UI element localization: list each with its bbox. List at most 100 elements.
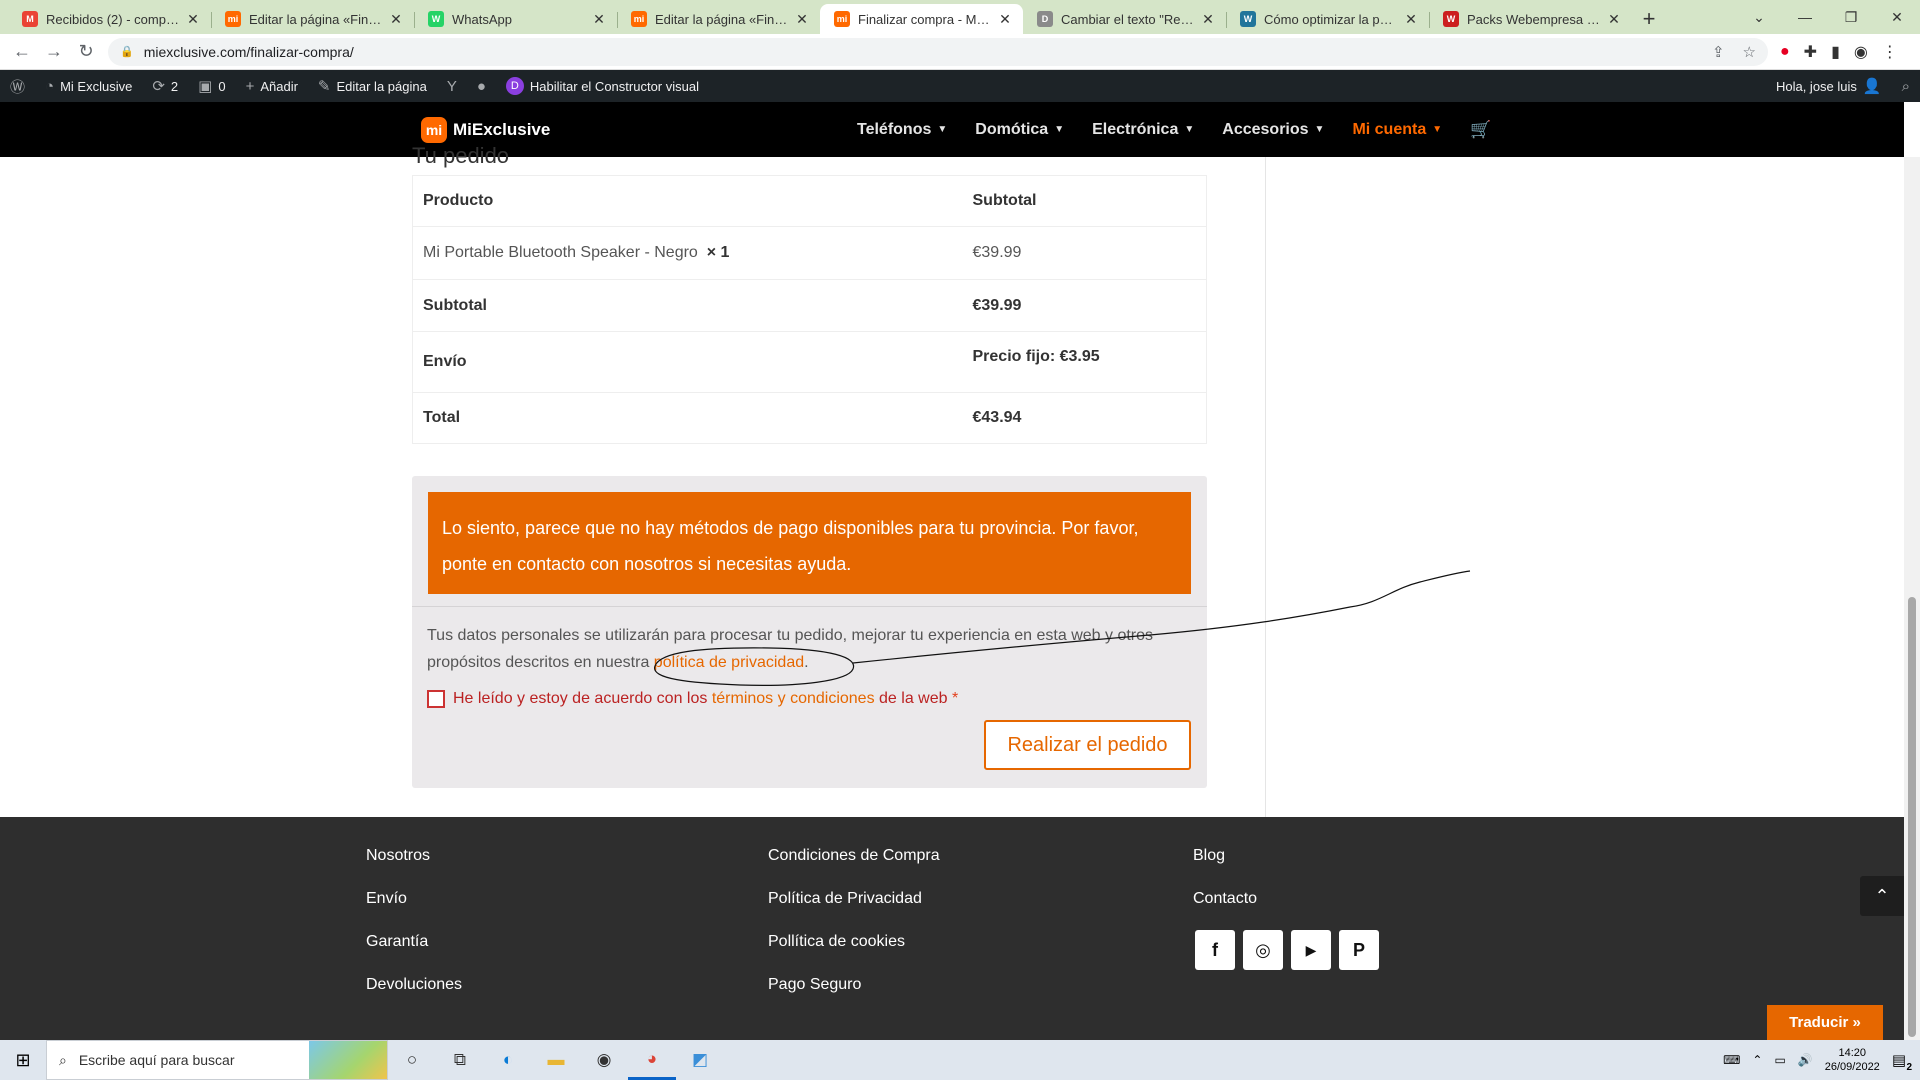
footer-link[interactable]: Condiciones de Compra — [768, 845, 940, 867]
pinterest-icon[interactable]: P — [1339, 930, 1379, 970]
close-tab-icon[interactable]: ✕ — [1606, 11, 1622, 28]
sidebar-divider — [1265, 157, 1266, 817]
bookmark-star-icon[interactable]: ☆ — [1743, 43, 1756, 61]
page-scrollbar[interactable] — [1904, 157, 1920, 1040]
footer-link[interactable]: Envío — [366, 888, 462, 910]
cortana-icon[interactable]: ○ — [388, 1040, 436, 1080]
reload-icon[interactable]: ↻ — [70, 41, 102, 62]
pinterest-extension-icon[interactable]: ● — [1780, 43, 1790, 61]
close-tab-icon[interactable]: ✕ — [388, 11, 404, 28]
restore-button[interactable]: ❐ — [1828, 9, 1874, 26]
facebook-icon[interactable]: f — [1195, 930, 1235, 970]
status-dot-icon: ● — [476, 77, 486, 95]
footer-link[interactable]: Contacto — [1193, 888, 1257, 910]
wp-add-new[interactable]: + Añadir — [236, 70, 308, 102]
url-bar[interactable]: 🔒 miexclusive.com/finalizar-compra/ ⇪ ☆ — [108, 37, 1768, 66]
tray-chevron-icon[interactable]: ⌃ — [1752, 1053, 1762, 1067]
browser-tab[interactable]: W Packs Webempresa WordP ✕ — [1429, 4, 1632, 34]
site-logo[interactable]: mi MiExclusive — [421, 117, 550, 143]
scrollbar-thumb[interactable] — [1908, 597, 1916, 1037]
cart-icon[interactable]: 🛒 — [1470, 120, 1491, 140]
terms-link[interactable]: términos y condiciones — [712, 690, 875, 707]
browser-tab[interactable]: W WhatsApp ✕ — [414, 4, 617, 34]
network-icon[interactable]: ▭ — [1774, 1053, 1785, 1067]
windows-start-icon[interactable]: ⊞ — [0, 1040, 46, 1080]
nav-accesorios[interactable]: Accesorios ▼ — [1222, 121, 1324, 139]
close-tab-icon[interactable]: ✕ — [1403, 11, 1419, 28]
wp-account[interactable]: Hola, jose luis 👤 — [1766, 70, 1892, 102]
search-highlight-image — [309, 1041, 387, 1079]
extensions-icon[interactable]: ✚ — [1804, 42, 1817, 62]
privacy-policy-link[interactable]: política de privacidad — [654, 654, 804, 671]
edge-icon[interactable]: ◐ — [484, 1040, 532, 1080]
translate-button[interactable]: Traducir » — [1767, 1005, 1883, 1040]
nav-telefonos[interactable]: Teléfonos ▼ — [857, 121, 947, 139]
side-panel-icon[interactable]: ▮ — [1831, 42, 1840, 62]
youtube-icon[interactable]: ▶ — [1291, 930, 1331, 970]
instagram-icon[interactable]: ◎ — [1243, 930, 1283, 970]
profile-icon[interactable]: ◉ — [1854, 42, 1868, 62]
close-tab-icon[interactable]: ✕ — [591, 11, 607, 28]
table-header-row: Producto Subtotal — [412, 175, 1207, 227]
browser-tab[interactable]: mi Editar la página «Finalizar ✕ — [617, 4, 820, 34]
browser-tab[interactable]: mi Finalizar compra - Mi Exclu ✕ — [820, 4, 1023, 34]
back-icon[interactable]: ← — [6, 41, 38, 62]
share-icon[interactable]: ⇪ — [1712, 43, 1725, 61]
footer-link[interactable]: Pago Seguro — [768, 974, 940, 996]
scroll-to-top-button[interactable]: ⌃ — [1860, 876, 1904, 916]
wp-updates[interactable]: ⟳ 2 — [142, 70, 188, 102]
close-window-button[interactable]: ✕ — [1874, 9, 1920, 26]
close-tab-icon[interactable]: ✕ — [794, 11, 810, 28]
wp-comments[interactable]: ▣ 0 — [188, 70, 235, 102]
col-product: Producto — [412, 175, 963, 227]
browser-tab[interactable]: M Recibidos (2) - compartirji ✕ — [8, 4, 211, 34]
chrome-icon[interactable]: ◕ — [628, 1040, 676, 1080]
notifications-icon[interactable]: ▤ 2 — [1892, 1051, 1912, 1073]
taskbar-search[interactable]: ⌕ Escribe aquí para buscar — [46, 1040, 388, 1080]
browser-tab[interactable]: mi Editar la página «Finalizar ✕ — [211, 4, 414, 34]
wp-edit-page[interactable]: ✎ Editar la página — [308, 70, 437, 102]
subtotal-label: Subtotal — [412, 279, 963, 332]
place-order-button[interactable]: Realizar el pedido — [984, 720, 1191, 770]
terms-checkbox[interactable] — [427, 690, 445, 708]
nav-domotica[interactable]: Domótica ▼ — [975, 121, 1064, 139]
nav-mi-cuenta[interactable]: Mi cuenta ▼ — [1352, 121, 1442, 139]
browser-menu-icon[interactable]: ⋮ — [1882, 42, 1898, 62]
close-tab-icon[interactable]: ✕ — [1200, 11, 1216, 28]
footer-link[interactable]: Garantía — [366, 931, 462, 953]
browser-tab[interactable]: W Cómo optimizar la página ✕ — [1226, 4, 1429, 34]
nav-electronica[interactable]: Electrónica ▼ — [1092, 121, 1194, 139]
close-tab-icon[interactable]: ✕ — [185, 11, 201, 28]
task-view-icon[interactable]: ⧉ — [436, 1040, 484, 1080]
footer-link[interactable]: Pollítica de cookies — [768, 931, 940, 953]
product-cell: Mi Portable Bluetooth Speaker - Negro × … — [412, 226, 963, 280]
wp-visual-builder[interactable]: D Habilitar el Constructor visual — [496, 70, 709, 102]
forward-icon[interactable]: → — [38, 41, 70, 62]
app-icon[interactable]: ◩ — [676, 1040, 724, 1080]
new-tab-button[interactable]: + — [1632, 4, 1666, 34]
dashboard-icon: ◔ — [45, 77, 55, 95]
yoast-icon[interactable]: Y — [437, 70, 467, 102]
payment-section: Lo siento, parece que no hay métodos de … — [412, 476, 1207, 788]
clock[interactable]: 14:20 26/09/2022 — [1825, 1046, 1880, 1074]
wp-site-link[interactable]: ◔ Mi Exclusive — [35, 70, 142, 102]
minimize-button[interactable]: — — [1782, 9, 1828, 25]
footer-link[interactable]: Política de Privacidad — [768, 888, 940, 910]
tab-search-icon[interactable]: ⌄ — [1736, 9, 1782, 26]
plus-icon: + — [245, 77, 255, 95]
obs-icon[interactable]: ◉ — [580, 1040, 628, 1080]
divi-icon: D — [505, 77, 524, 95]
browser-tab[interactable]: D Cambiar el texto "Realizar ✕ — [1023, 4, 1226, 34]
file-explorer-icon[interactable]: ▬ — [532, 1040, 580, 1080]
tab-favicon-icon: mi — [225, 11, 241, 27]
wordpress-logo-icon[interactable]: Ⓦ — [0, 70, 35, 102]
table-row: Total €43.94 — [412, 392, 1207, 444]
footer-link[interactable]: Nosotros — [366, 845, 462, 867]
footer-link[interactable]: Devoluciones — [366, 974, 462, 996]
footer-link[interactable]: Blog — [1193, 845, 1257, 867]
volume-icon[interactable]: 🔊 — [1798, 1053, 1813, 1067]
keyboard-icon[interactable]: ⌨ — [1723, 1053, 1740, 1067]
subtotal-value: €39.99 — [962, 279, 1207, 332]
wp-search-icon[interactable]: ⌕ — [1892, 70, 1920, 102]
close-tab-icon[interactable]: ✕ — [997, 11, 1013, 28]
